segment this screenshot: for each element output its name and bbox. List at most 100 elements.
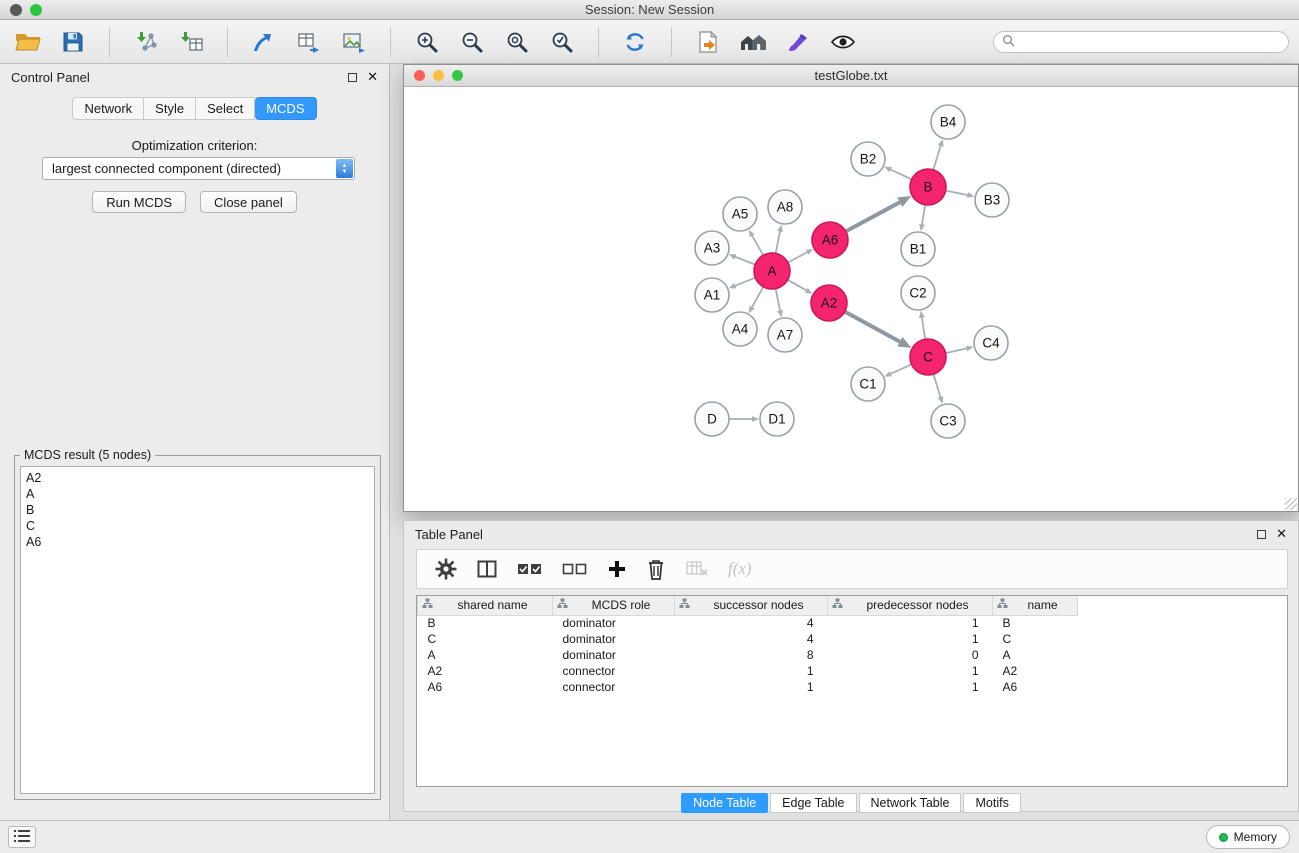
- result-item[interactable]: A: [26, 486, 369, 502]
- node-B4[interactable]: B4: [931, 105, 965, 139]
- network-zoom-button[interactable]: [452, 70, 463, 81]
- float-table-panel-icon[interactable]: [1257, 530, 1266, 539]
- node-C[interactable]: C: [910, 339, 946, 375]
- result-item[interactable]: B: [26, 502, 369, 518]
- node-A4[interactable]: A4: [723, 312, 757, 346]
- table-row[interactable]: A6connector11A6: [418, 679, 1078, 695]
- edge-C-C1[interactable]: [884, 364, 911, 376]
- network-canvas[interactable]: B4B2BB3A8A5A6A3B1AC2A1A2A4A7C4CC1C3DD1: [404, 88, 1298, 511]
- mcds-result-list[interactable]: A2ABCA6: [20, 466, 375, 794]
- node-A8[interactable]: A8: [768, 190, 802, 224]
- columns-icon[interactable]: [476, 558, 498, 580]
- table-row[interactable]: Adominator80A: [418, 647, 1078, 663]
- node-A[interactable]: A: [754, 253, 790, 289]
- node-B3[interactable]: B3: [975, 183, 1009, 217]
- document-export-icon[interactable]: [690, 26, 726, 58]
- eye-icon[interactable]: [825, 26, 861, 58]
- edge-A-A4[interactable]: [749, 287, 764, 313]
- zoom-in-icon[interactable]: [409, 26, 445, 58]
- trash-icon[interactable]: [646, 558, 666, 580]
- edge-B-B3[interactable]: [946, 191, 975, 198]
- memory-button[interactable]: Memory: [1206, 825, 1290, 849]
- node-A1[interactable]: A1: [695, 278, 729, 312]
- close-panel-button[interactable]: Close panel: [200, 191, 297, 213]
- edge-A-A5[interactable]: [749, 230, 763, 256]
- table-row[interactable]: Cdominator41C: [418, 631, 1078, 647]
- select-all-icon[interactable]: [517, 560, 543, 578]
- node-A7[interactable]: A7: [768, 318, 802, 352]
- node-C2[interactable]: C2: [901, 276, 935, 310]
- node-A6[interactable]: A6: [812, 222, 848, 258]
- edge-D-D1[interactable]: [729, 416, 759, 422]
- run-mcds-button[interactable]: Run MCDS: [92, 191, 186, 213]
- node-A2[interactable]: A2: [811, 285, 847, 321]
- edge-C-C2[interactable]: [919, 311, 925, 339]
- node-D1[interactable]: D1: [760, 402, 794, 436]
- node-C1[interactable]: C1: [851, 367, 885, 401]
- gear-icon[interactable]: [435, 558, 457, 580]
- node-B1[interactable]: B1: [901, 232, 935, 266]
- edge-B-B4[interactable]: [933, 139, 943, 170]
- network-close-button[interactable]: [414, 70, 425, 81]
- node-B[interactable]: B: [910, 169, 946, 205]
- edge-C-C3[interactable]: [933, 374, 943, 404]
- new-table-icon[interactable]: [291, 26, 327, 58]
- column-header-predecessor-nodes[interactable]: predecessor nodes: [828, 596, 993, 615]
- float-panel-icon[interactable]: [348, 73, 357, 82]
- export-image-icon[interactable]: [336, 26, 372, 58]
- close-table-panel-icon[interactable]: ✕: [1276, 529, 1287, 539]
- open-folder-icon[interactable]: [10, 26, 46, 58]
- resize-handle-icon[interactable]: [1285, 498, 1297, 510]
- node-D[interactable]: D: [695, 402, 729, 436]
- window-zoom-button[interactable]: [30, 4, 42, 16]
- node-C3[interactable]: C3: [931, 404, 965, 438]
- task-history-button[interactable]: [8, 826, 36, 848]
- edge-A-A1[interactable]: [729, 278, 756, 289]
- result-item[interactable]: C: [26, 518, 369, 534]
- table-row[interactable]: A2connector11A2: [418, 663, 1078, 679]
- tab-edge-table[interactable]: Edge Table: [770, 793, 856, 813]
- add-icon[interactable]: [607, 559, 627, 579]
- import-network-icon[interactable]: [128, 26, 164, 58]
- edge-A-A7[interactable]: [776, 289, 783, 318]
- tab-mcds[interactable]: MCDS: [255, 97, 316, 120]
- edge-A2-C[interactable]: [845, 312, 912, 348]
- tab-select[interactable]: Select: [196, 97, 255, 120]
- node-A5[interactable]: A5: [723, 197, 757, 231]
- search-input[interactable]: [1020, 33, 1280, 51]
- result-item[interactable]: A2: [26, 470, 369, 486]
- node-C4[interactable]: C4: [974, 326, 1008, 360]
- edge-C-C4[interactable]: [946, 346, 974, 354]
- zoom-out-icon[interactable]: [454, 26, 490, 58]
- edge-A-A8[interactable]: [776, 225, 783, 254]
- tab-style[interactable]: Style: [144, 97, 196, 120]
- column-header-successor-nodes[interactable]: successor nodes: [675, 596, 828, 615]
- edge-B-B2[interactable]: [884, 167, 911, 180]
- table-row[interactable]: Bdominator41B: [418, 615, 1078, 631]
- edge-A-A6[interactable]: [788, 249, 813, 263]
- refresh-icon[interactable]: [617, 26, 653, 58]
- search-box[interactable]: [993, 31, 1289, 53]
- tab-node-table[interactable]: Node Table: [681, 793, 768, 813]
- zoom-fit-icon[interactable]: [499, 26, 535, 58]
- edge-A6-B[interactable]: [846, 196, 912, 231]
- close-panel-icon[interactable]: ✕: [367, 72, 378, 82]
- tab-network[interactable]: Network: [72, 97, 144, 120]
- tab-network-table[interactable]: Network Table: [859, 793, 962, 813]
- node-B2[interactable]: B2: [851, 142, 885, 176]
- column-header-name[interactable]: name: [993, 596, 1078, 615]
- paint-icon[interactable]: [780, 26, 816, 58]
- deselect-all-icon[interactable]: [562, 560, 588, 578]
- network-minimize-button[interactable]: [433, 70, 444, 81]
- column-header-shared-name[interactable]: shared name: [418, 596, 553, 615]
- edge-A-A3[interactable]: [729, 254, 755, 264]
- save-icon[interactable]: [55, 26, 91, 58]
- result-item[interactable]: A6: [26, 534, 369, 550]
- criterion-dropdown[interactable]: largest connected component (directed) ▲…: [42, 157, 355, 180]
- zoom-selected-icon[interactable]: [544, 26, 580, 58]
- import-table-icon[interactable]: [173, 26, 209, 58]
- edge-B-B1[interactable]: [919, 205, 925, 231]
- share-network-icon[interactable]: [246, 26, 282, 58]
- edge-A-A2[interactable]: [788, 280, 813, 294]
- column-header-MCDS-role[interactable]: MCDS role: [553, 596, 675, 615]
